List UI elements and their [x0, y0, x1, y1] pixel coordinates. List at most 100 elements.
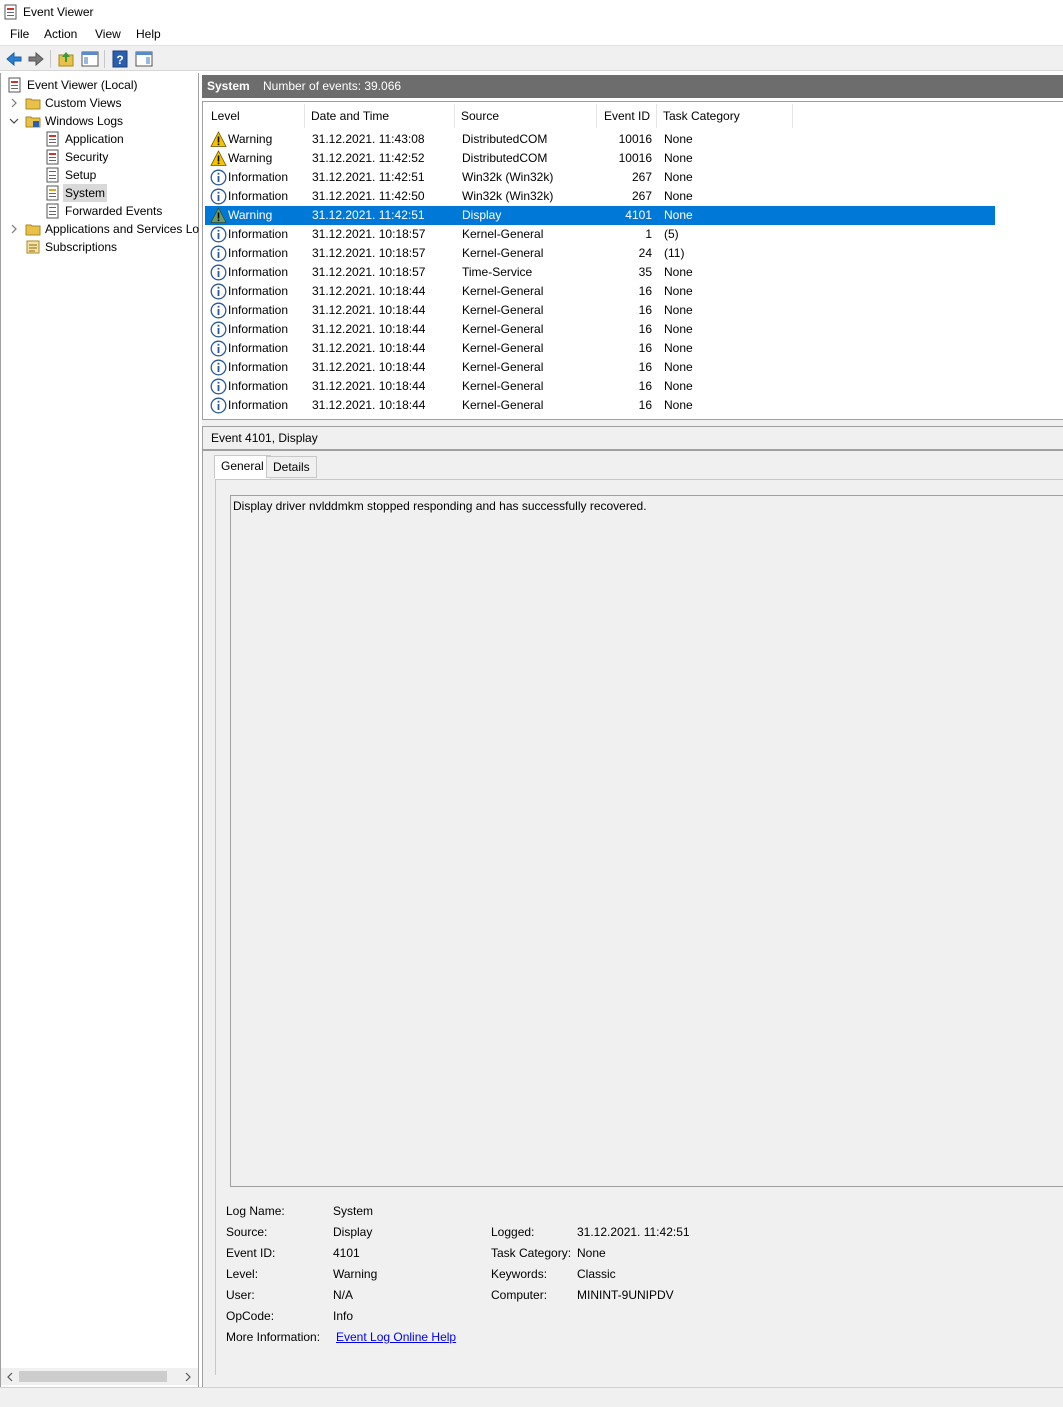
- information-icon: [210, 378, 227, 395]
- column-header-task-category[interactable]: Task Category: [657, 104, 793, 128]
- value-event-id: 4101: [333, 1246, 360, 1260]
- tree-item-custom-views[interactable]: Custom Views: [5, 94, 195, 112]
- event-detail-pane: Event 4101, Display General Details Disp…: [202, 427, 1063, 1387]
- cell-task-category: (11): [664, 246, 685, 260]
- cell-level: Information: [228, 170, 289, 184]
- cell-level: Warning: [228, 208, 273, 222]
- tree-item-windows-logs[interactable]: Windows Logs: [5, 112, 195, 130]
- tab-general[interactable]: General: [214, 455, 271, 479]
- value-log-name: System: [333, 1204, 374, 1218]
- toolbar-separator: [50, 50, 51, 68]
- cell-event-id: 267: [631, 170, 652, 184]
- cell-task-category: None: [664, 303, 693, 317]
- cell-source: Kernel-General: [462, 322, 544, 336]
- cell-source: Kernel-General: [462, 379, 544, 393]
- table-row[interactable]: Information 31.12.2021. 11:42:51 Win32k (W…: [205, 168, 995, 187]
- cell-event-id: 35: [638, 265, 652, 279]
- cell-level: Information: [228, 379, 289, 393]
- description-box[interactable]: Display driver nvlddmkm stopped respondi…: [230, 495, 1063, 1187]
- cell-event-id: 16: [638, 284, 652, 298]
- label-source: Source:: [226, 1225, 268, 1239]
- table-row[interactable]: Information 31.12.2021. 10:18:57 Kernel-Ge…: [205, 244, 995, 263]
- table-row[interactable]: Information 31.12.2021. 10:18:44 Kernel-Ge…: [205, 377, 995, 396]
- table-row[interactable]: Information 31.12.2021. 10:18:44 Kernel-Ge…: [205, 358, 995, 377]
- cell-event-id: 16: [638, 360, 652, 374]
- label-computer: Computer:: [491, 1288, 548, 1302]
- chevron-down-icon[interactable]: [9, 116, 19, 126]
- table-row[interactable]: Information 31.12.2021. 10:18:44 Kernel-Ge…: [205, 320, 995, 339]
- cell-event-id: 16: [638, 303, 652, 317]
- column-header-source[interactable]: Source: [455, 104, 597, 128]
- table-row[interactable]: Information 31.12.2021. 10:18:44 Kernel-Ge…: [205, 339, 995, 358]
- cell-task-category: None: [664, 132, 693, 146]
- column-header-event-id[interactable]: Event ID: [597, 104, 657, 128]
- cell-event-id: 4101: [625, 208, 652, 222]
- table-row[interactable]: Warning 31.12.2021. 11:43:08 DistributedCO…: [205, 130, 995, 149]
- menu-file[interactable]: File: [10, 27, 29, 41]
- scrollbar-thumb[interactable]: [19, 1371, 167, 1382]
- menu-action[interactable]: Action: [44, 27, 77, 41]
- information-icon: [210, 283, 227, 300]
- chevron-right-icon[interactable]: [9, 224, 19, 234]
- information-icon: [210, 245, 227, 262]
- table-row[interactable]: Warning 31.12.2021. 11:42:51 Display 4101 No…: [205, 206, 995, 225]
- table-row[interactable]: Information 31.12.2021. 10:18:57 Kernel-Ge…: [205, 225, 995, 244]
- chevron-right-icon[interactable]: [9, 98, 19, 108]
- help-icon[interactable]: ?: [110, 49, 130, 69]
- table-row[interactable]: Information 31.12.2021. 10:18:57 Time-Serv…: [205, 263, 995, 282]
- menu-view[interactable]: View: [95, 27, 121, 41]
- console-tree-icon[interactable]: [80, 49, 100, 69]
- up-folder-icon[interactable]: [56, 49, 76, 69]
- cell-event-id: 10016: [618, 151, 652, 165]
- cell-level: Information: [228, 322, 289, 336]
- cell-date-time: 31.12.2021. 11:42:52: [312, 151, 425, 165]
- cell-level: Information: [228, 246, 289, 260]
- information-icon: [210, 169, 227, 186]
- pane-splitter[interactable]: [202, 419, 1063, 427]
- detail-divider: [203, 449, 1063, 451]
- scroll-right-icon[interactable]: [184, 1372, 192, 1382]
- cell-source: Display: [462, 208, 502, 222]
- label-event-id: Event ID:: [226, 1246, 276, 1260]
- warning-icon: [210, 207, 227, 223]
- tab-details[interactable]: Details: [266, 456, 317, 478]
- information-icon: [210, 397, 227, 414]
- log-icon: [46, 185, 59, 201]
- table-row[interactable]: Information 31.12.2021. 10:18:44 Kernel-Ge…: [205, 301, 995, 320]
- cell-date-time: 31.12.2021. 10:18:44: [312, 398, 426, 412]
- cell-task-category: None: [664, 322, 693, 336]
- log-icon: [46, 131, 59, 147]
- tree-horizontal-scrollbar[interactable]: [1, 1368, 198, 1385]
- table-row[interactable]: Information 31.12.2021. 10:18:44 Kernel-Ge…: [205, 282, 995, 301]
- back-arrow-icon[interactable]: [4, 49, 24, 69]
- table-row[interactable]: Information 31.12.2021. 10:18:44 Kernel-Ge…: [205, 396, 995, 415]
- menu-help[interactable]: Help: [136, 27, 161, 41]
- value-computer: MININT-9UNIPDV: [577, 1288, 674, 1302]
- cell-date-time: 31.12.2021. 11:42:51: [312, 208, 425, 222]
- cell-date-time: 31.12.2021. 10:18:44: [312, 360, 426, 374]
- scroll-left-icon[interactable]: [6, 1372, 14, 1382]
- table-row[interactable]: Information 31.12.2021. 11:42:50 Win32k (W…: [205, 187, 995, 206]
- event-log-online-help-link[interactable]: Event Log Online Help: [336, 1330, 456, 1344]
- cell-level: Information: [228, 398, 289, 412]
- column-header-level[interactable]: Level: [205, 104, 305, 128]
- status-bar: [0, 1387, 1063, 1407]
- subscriptions-icon: [26, 240, 40, 254]
- cell-task-category: None: [664, 189, 693, 203]
- cell-date-time: 31.12.2021. 11:42:51: [312, 170, 425, 184]
- cell-task-category: (5): [664, 227, 679, 241]
- tree-label-windows-logs: Windows Logs: [45, 114, 124, 128]
- table-row[interactable]: Warning 31.12.2021. 11:42:52 DistributedCO…: [205, 149, 995, 168]
- action-pane-icon[interactable]: [134, 49, 154, 69]
- column-header-date-time[interactable]: Date and Time: [305, 104, 455, 128]
- forward-arrow-icon[interactable]: [26, 49, 46, 69]
- log-icon: [46, 149, 59, 165]
- menu-bar: File Action View Help: [0, 24, 1063, 44]
- cell-source: Kernel-General: [462, 284, 544, 298]
- cell-level: Information: [228, 341, 289, 355]
- cell-date-time: 31.12.2021. 10:18:44: [312, 322, 426, 336]
- cell-event-id: 16: [638, 322, 652, 336]
- value-logged: 31.12.2021. 11:42:51: [577, 1225, 690, 1239]
- cell-level: Information: [228, 303, 289, 317]
- tree-item-app-services-logs[interactable]: Applications and Services Lo: [5, 220, 199, 238]
